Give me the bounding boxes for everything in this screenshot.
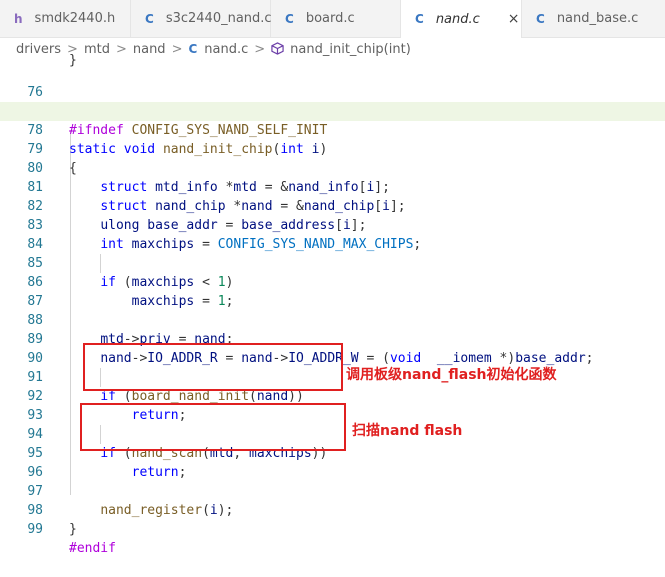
code-line: 79 { [0, 121, 665, 176]
tab-nand-c[interactable]: C nand.c × [401, 0, 522, 38]
annotation-nand-scan: 扫描nand flash [352, 423, 463, 439]
code-line: 82 ulong base_addr = base_address[i]; [0, 178, 665, 233]
highlight-box-nand-scan [80, 403, 346, 451]
c-file-icon: C [188, 42, 198, 56]
breadcrumb-item-symbol[interactable]: nand_init_chip(int) [290, 42, 411, 57]
close-icon[interactable]: × [508, 11, 520, 27]
code-line: 83 int maxchips = CONFIG_SYS_NAND_MAX_CH… [0, 197, 665, 252]
line-number: 99 [27, 522, 43, 537]
tab-label: board.c [305, 11, 355, 26]
method-symbol-icon [271, 41, 284, 57]
breadcrumb-separator: > [254, 41, 266, 57]
code-line: 81 struct nand_chip *nand = &nand_chip[i… [0, 159, 665, 214]
breadcrumb-separator: > [171, 41, 183, 57]
breadcrumb: drivers > mtd > nand > C nand.c > nand_i… [0, 38, 665, 60]
code-line: 99 #endif [0, 501, 665, 556]
annotation-board-nand-init: 调用板级nand_flash初始化函数 [346, 367, 557, 383]
breadcrumb-separator: > [115, 41, 127, 57]
code-editor[interactable]: 76 } 77 #ifndef CONFIG_SYS_NAND_SELF_INI… [0, 53, 665, 556]
code-line: 97 nand_register(i); [0, 463, 665, 518]
header-file-icon: h [14, 11, 23, 26]
code-line-current: 78 static void nand_init_chip(int i) [0, 102, 665, 157]
tab-nand-base-c[interactable]: C nand_base.c [522, 0, 665, 37]
code-line: 77 #ifndef CONFIG_SYS_NAND_SELF_INIT [0, 83, 665, 138]
code-line: 88 mtd->priv = nand; [0, 292, 665, 347]
code-line: 80 struct mtd_info *mtd = &nand_info[i]; [0, 140, 665, 195]
c-file-icon: C [145, 11, 154, 26]
breadcrumb-item-mtd[interactable]: mtd [84, 42, 110, 57]
breadcrumb-item-drivers[interactable]: drivers [16, 42, 61, 57]
code-line: 84 [0, 216, 665, 252]
code-line: 86 maxchips = 1; [0, 254, 665, 309]
editor-tab-bar: h smdk2440.h C s3c2440_nand.c C board.c … [0, 0, 665, 38]
code-line: 76 } [0, 53, 665, 100]
tab-label: smdk2440.h [34, 11, 116, 26]
code-line: 98 } [0, 482, 665, 537]
breadcrumb-item-file[interactable]: nand.c [204, 42, 248, 57]
code-text: } [69, 522, 77, 537]
tab-s3c2440-nand-c[interactable]: C s3c2440_nand.c [131, 0, 272, 37]
tab-label: nand_base.c [556, 11, 639, 26]
code-line: 89 nand->IO_ADDR_R = nand->IO_ADDR_W = (… [0, 311, 665, 366]
highlight-box-board-nand-init [83, 343, 343, 391]
code-text: } [69, 53, 77, 68]
code-line: 85 if (maxchips < 1) [0, 235, 665, 290]
code-line: 87 [0, 273, 665, 309]
code-text: #endif [69, 541, 116, 556]
breadcrumb-item-nand[interactable]: nand [133, 42, 166, 57]
c-file-icon: C [285, 11, 294, 26]
tab-label: nand.c [435, 11, 480, 27]
tab-board-c[interactable]: C board.c [271, 0, 401, 37]
c-file-icon: C [536, 11, 545, 26]
tab-label: s3c2440_nand.c [165, 11, 272, 26]
c-file-icon: C [415, 12, 424, 26]
tab-smdk2440-h[interactable]: h smdk2440.h [0, 0, 131, 37]
